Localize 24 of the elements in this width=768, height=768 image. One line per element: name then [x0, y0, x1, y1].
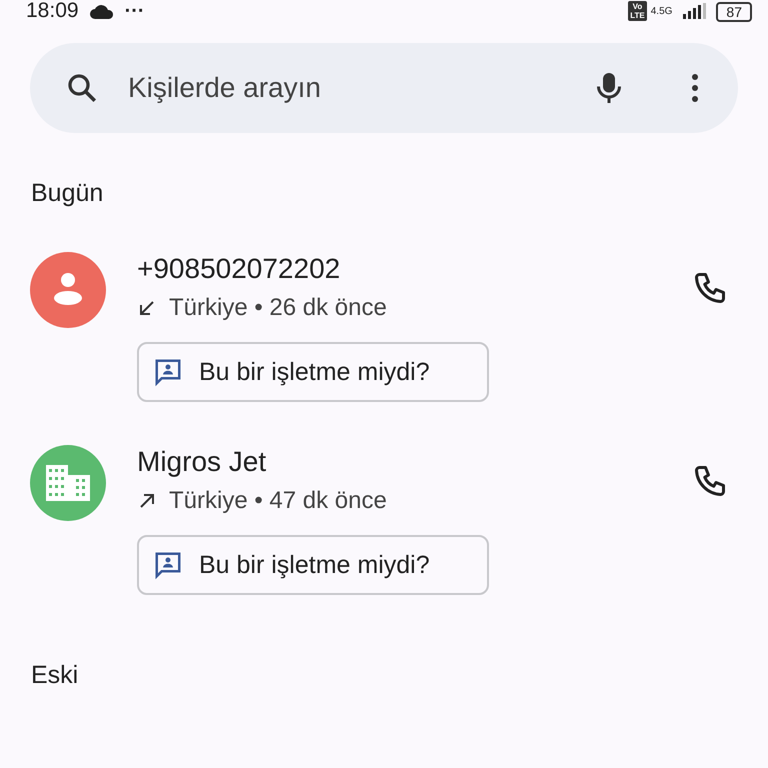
section-header: Eski: [30, 660, 80, 691]
call-details: Türkiye • 47 dk önce: [169, 487, 387, 515]
contact-name[interactable]: Migros Jet: [137, 445, 692, 479]
more-notifications: ···: [124, 4, 145, 18]
building-icon: [46, 465, 90, 501]
call-details: Türkiye • 26 dk önce: [169, 294, 387, 322]
phone-icon[interactable]: [692, 463, 728, 499]
status-time: 18:09: [26, 0, 79, 23]
search-input[interactable]: Kişilerde arayın: [126, 71, 568, 105]
battery-indicator: 87: [716, 2, 752, 22]
feedback-icon: [153, 550, 183, 580]
contact-name[interactable]: +908502072202: [137, 252, 692, 286]
business-question-chip[interactable]: Bu bir işletme miydi?: [137, 535, 489, 595]
cloud-icon: [88, 4, 115, 20]
phone-icon[interactable]: [692, 270, 728, 306]
menu-icon[interactable]: [690, 72, 700, 104]
signal-icon: [682, 3, 706, 19]
network-type: 4.5G: [650, 6, 672, 16]
search-field[interactable]: Kişilerde arayın: [30, 43, 738, 133]
section-header: Bugün: [30, 178, 104, 209]
feedback-icon: [153, 357, 183, 387]
volte-badge: Vo LTE: [628, 1, 647, 21]
microphone-icon[interactable]: [594, 70, 624, 106]
business-question-chip[interactable]: Bu bir işletme miydi?: [137, 342, 489, 402]
